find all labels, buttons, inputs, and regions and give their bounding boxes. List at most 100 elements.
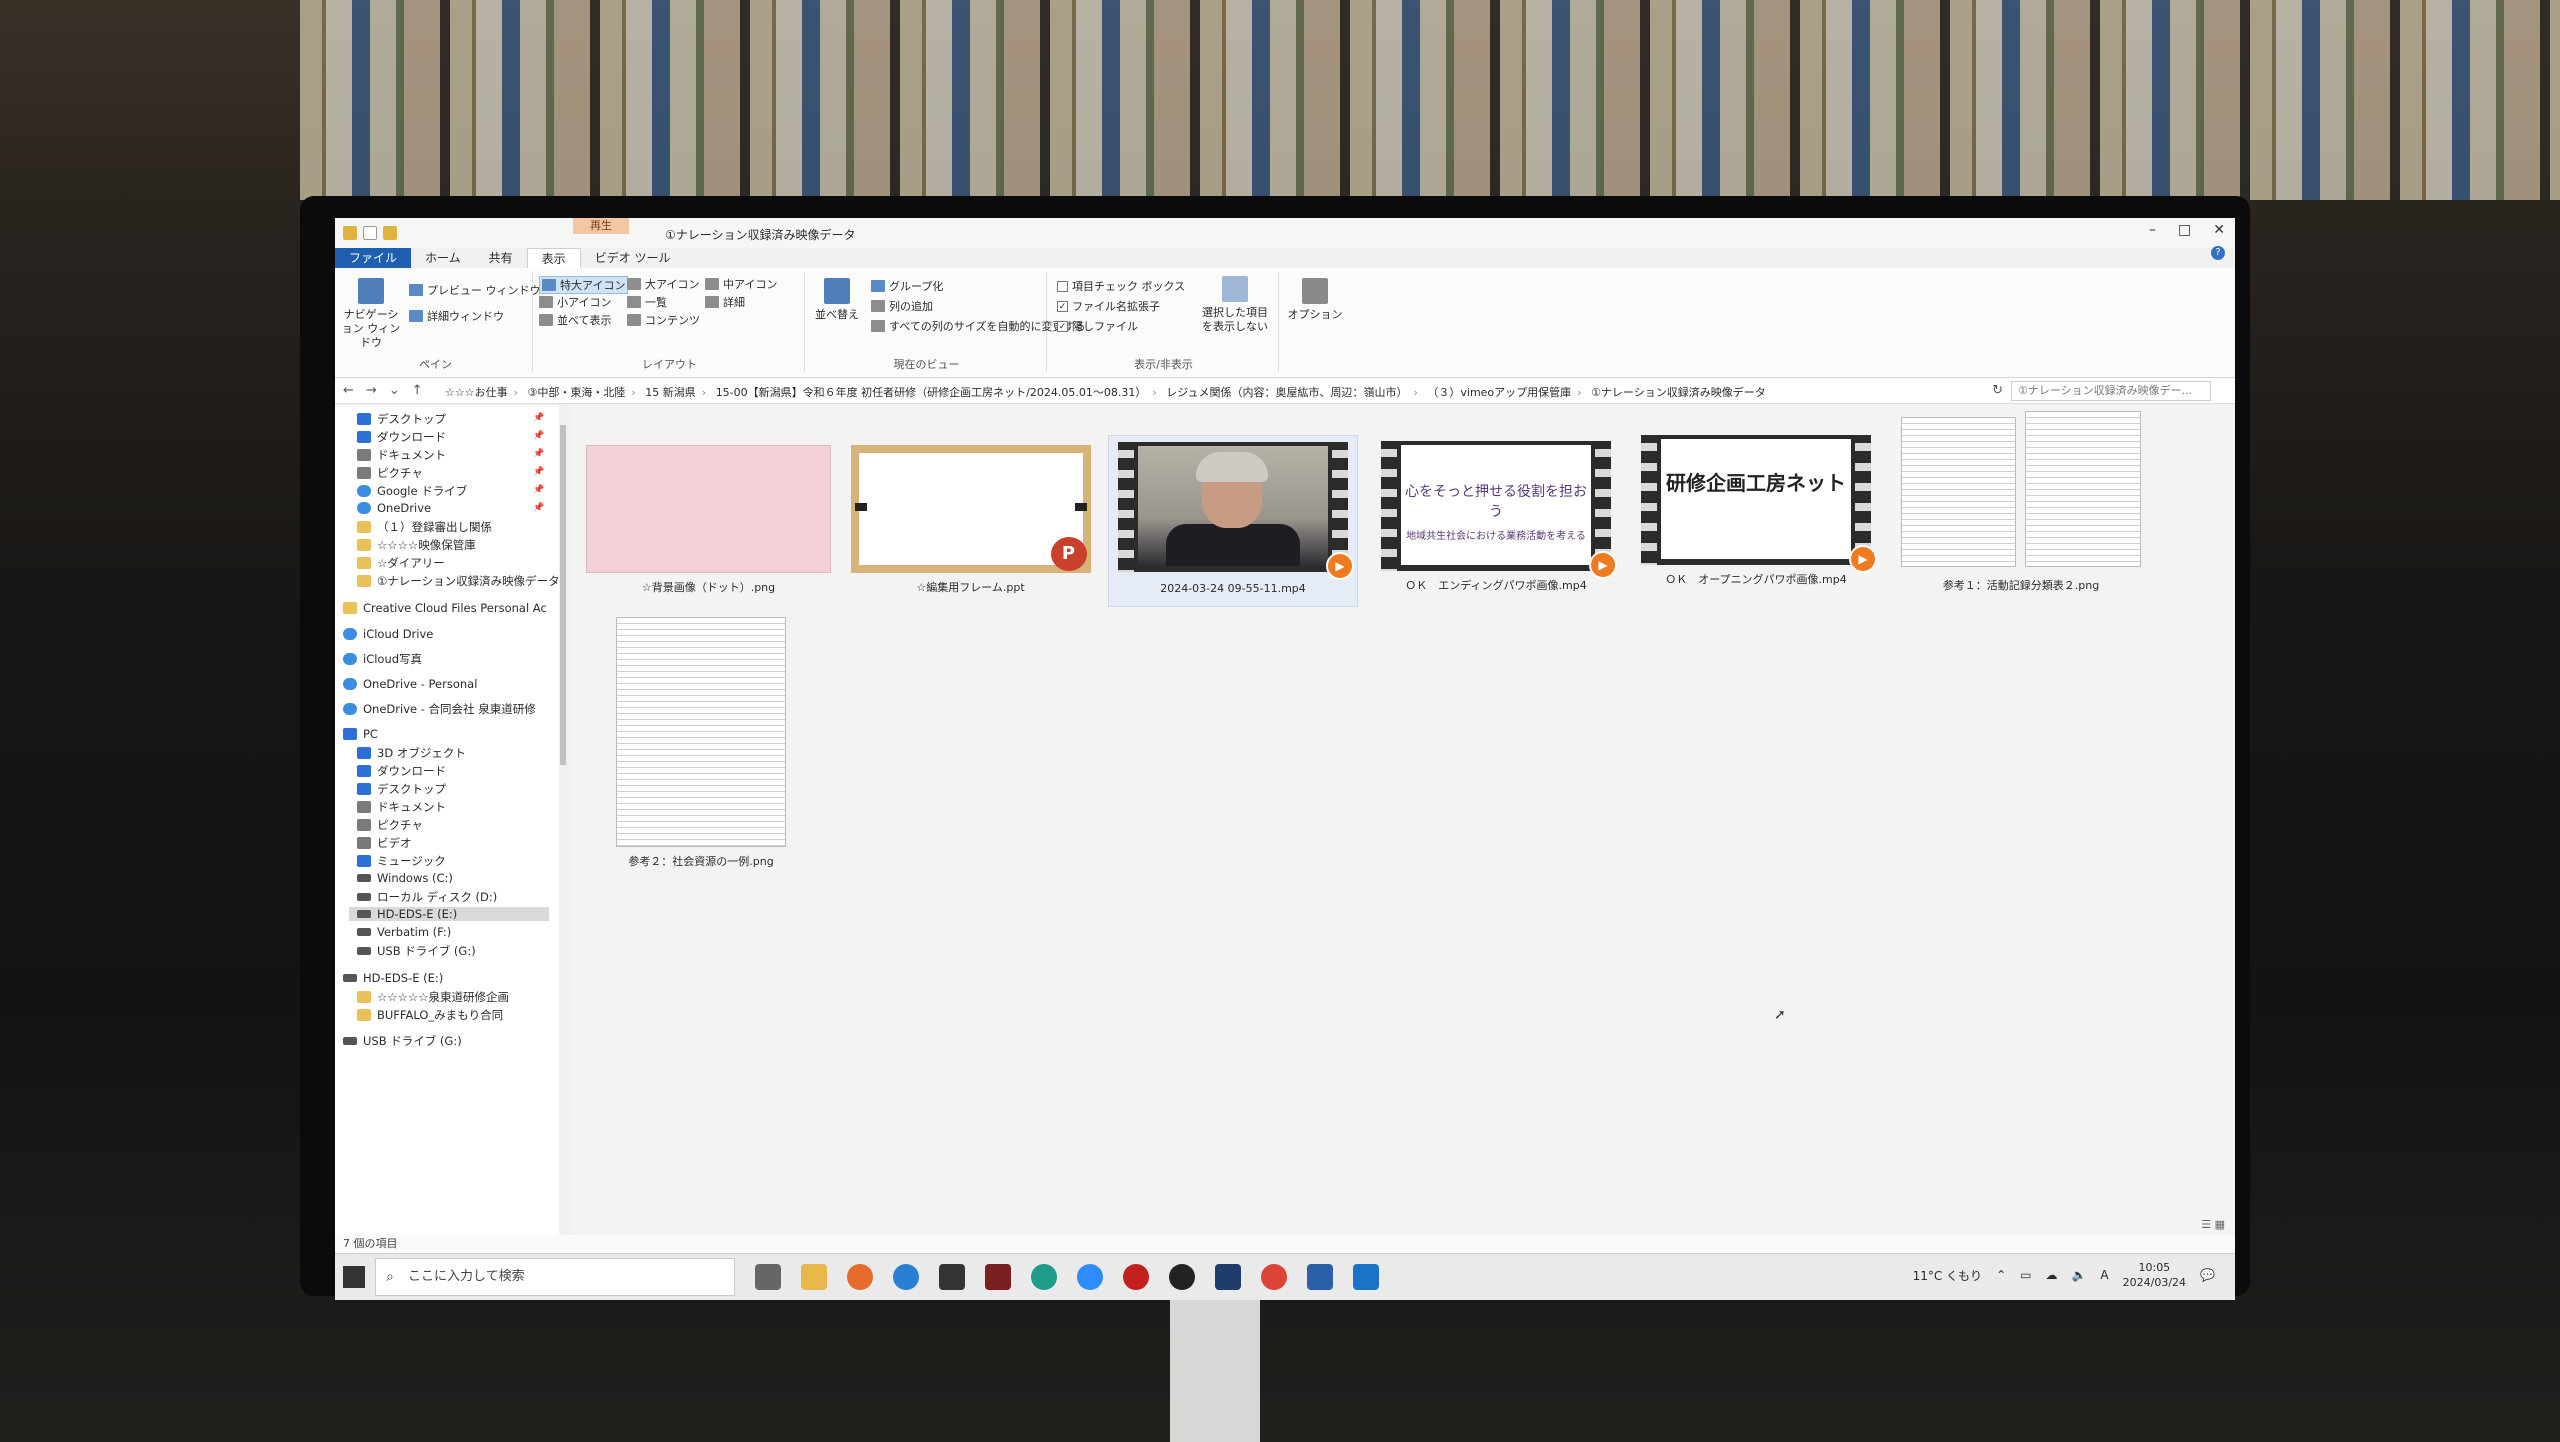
nav-item-downloads[interactable]: ダウンロード [357, 429, 446, 445]
medium-icons-option[interactable]: 中アイコン [705, 276, 777, 292]
tab-video-tools[interactable]: ビデオ ツール [581, 248, 685, 268]
notification-icon[interactable]: 💬 [2200, 1268, 2215, 1282]
back-arrow-icon[interactable]: ← [343, 383, 354, 398]
skype-icon[interactable] [893, 1264, 919, 1290]
sort-by-button[interactable]: 並べ替え [807, 278, 867, 322]
checkbox-checked[interactable]: ✓ [1057, 300, 1068, 312]
nav-item-downloads[interactable]: ダウンロード [357, 763, 446, 779]
file-explorer-icon[interactable] [801, 1264, 827, 1290]
nav-item-videos[interactable]: ビデオ [357, 835, 412, 851]
view-toggle[interactable]: ☰ ▦ [2201, 1218, 2225, 1231]
nav-item-icloud-drive[interactable]: iCloud Drive [343, 627, 433, 641]
breadcrumb-item[interactable]: ☆☆☆お仕事 [445, 386, 508, 399]
nav-item-folder[interactable]: （１）登録審出し関係 [357, 519, 492, 535]
app-icon[interactable] [939, 1264, 965, 1290]
chrome-icon[interactable] [1261, 1264, 1287, 1290]
nav-item-folder[interactable]: ①ナレーション収録済み映像データ [357, 573, 560, 589]
nav-item-documents[interactable]: ドキュメント [357, 799, 446, 815]
nav-item-pc[interactable]: PC [343, 727, 378, 741]
nav-item-folder[interactable]: ☆☆☆☆☆泉東道研修企画 [357, 989, 509, 1005]
nav-item-onedrive-business[interactable]: OneDrive - 合同会社 泉東道研修 [343, 701, 536, 717]
onedrive-tray-icon[interactable]: ☁ [2045, 1268, 2057, 1282]
file-item[interactable]: 研修企画工房ネット ▶ ＯＫ オープニングパワポ画像.mp4 [1631, 435, 1881, 587]
nav-item-drive-f[interactable]: Verbatim (F:) [357, 925, 451, 939]
up-arrow-icon[interactable]: ↑ [412, 383, 423, 398]
app-icon[interactable] [1215, 1264, 1241, 1290]
large-icons-option[interactable]: 大アイコン [627, 276, 699, 292]
file-item[interactable]: P ☆編集用フレーム.ppt [843, 445, 1098, 595]
nav-item-pictures[interactable]: ピクチャ [357, 817, 423, 833]
windows-start-icon[interactable] [343, 1266, 365, 1288]
preview-pane-button[interactable]: プレビュー ウィンドウ [409, 282, 541, 298]
tab-home[interactable]: ホーム [411, 248, 475, 268]
volume-icon[interactable]: 🔈 [2071, 1268, 2086, 1282]
scrollbar-thumb[interactable] [560, 425, 566, 765]
minimize-button[interactable]: – [2149, 222, 2156, 238]
nav-item-drive-e-root[interactable]: HD-EDS-E (E:) [343, 971, 443, 985]
nav-item-drive-e[interactable]: HD-EDS-E (E:) [349, 907, 549, 921]
taskbar-search-input[interactable]: ⌕ ここに入力して検索 [375, 1258, 735, 1296]
list-option[interactable]: 一覧 [627, 294, 667, 310]
hide-selected-button[interactable]: 選択した項目を表示しない [1199, 276, 1271, 334]
outlook-icon[interactable] [1353, 1264, 1379, 1290]
file-item[interactable]: ▶ 2024-03-24 09-55-11.mp4 [1108, 435, 1358, 607]
nav-item-folder[interactable]: ☆ダイアリー [357, 555, 445, 571]
nav-item-google-drive[interactable]: Google ドライブ [357, 483, 467, 499]
nav-item-onedrive[interactable]: OneDrive [357, 501, 431, 515]
tab-file[interactable]: ファイル [335, 248, 412, 268]
large-icons-view-icon[interactable]: ▦ [2215, 1218, 2225, 1231]
nav-item-folder[interactable]: ☆☆☆☆映像保管庫 [357, 537, 476, 553]
nav-scrollbar[interactable] [559, 405, 567, 1235]
file-item[interactable]: 参考１：活動記録分類表２.png [1891, 411, 2151, 601]
zoom-icon[interactable] [1077, 1264, 1103, 1290]
details-option[interactable]: 詳細 [705, 294, 745, 310]
task-view-icon[interactable] [755, 1264, 781, 1290]
properties-icon[interactable] [363, 226, 377, 240]
nav-item-drive-g[interactable]: USB ドライブ (G:) [357, 943, 476, 959]
nav-item-documents[interactable]: ドキュメント [357, 447, 446, 463]
close-button[interactable]: ✕ [2213, 222, 2225, 238]
tab-view[interactable]: 表示 [526, 248, 581, 268]
obs-icon[interactable] [1169, 1264, 1195, 1290]
chevron-up-icon[interactable]: ⌃ [1996, 1268, 2006, 1282]
nav-item-creative-cloud[interactable]: Creative Cloud Files Personal Ac [343, 601, 547, 615]
details-pane-button[interactable]: 詳細ウィンドウ [409, 308, 504, 324]
nav-item-pictures[interactable]: ピクチャ [357, 465, 423, 481]
file-item[interactable]: 心をそっと押せる役割を担おう 地域共生社会における業務活動を考える ▶ ＯＫ エ… [1371, 441, 1621, 593]
nav-item-folder[interactable]: BUFFALO_みまもり合同 [357, 1007, 503, 1023]
forward-arrow-icon[interactable]: → [366, 383, 377, 398]
hidden-items-toggle[interactable]: ✓ 隠しファイル [1057, 318, 1138, 334]
options-button[interactable]: オプション [1285, 278, 1345, 322]
breadcrumb-item[interactable]: （３）vimeoアップ用保管庫 [1427, 386, 1571, 399]
nav-item-desktop[interactable]: デスクトップ [357, 781, 446, 797]
details-view-icon[interactable]: ☰ [2201, 1218, 2211, 1231]
nav-item-icloud-photos[interactable]: iCloud写真 [343, 651, 422, 667]
checkbox-unchecked[interactable] [1057, 280, 1068, 292]
xl-icons-option[interactable]: 特大アイコン [539, 276, 629, 294]
maximize-button[interactable]: □ [2178, 222, 2191, 238]
add-columns-button[interactable]: 列の追加 [871, 298, 933, 314]
nav-item-drive-c[interactable]: Windows (C:) [357, 871, 453, 885]
checkbox-checked[interactable]: ✓ [1057, 320, 1068, 332]
tab-share[interactable]: 共有 [475, 248, 527, 268]
item-checkboxes-toggle[interactable]: 項目チェック ボックス [1057, 278, 1185, 294]
navigation-pane-button[interactable]: ナビゲーション ウィンドウ [341, 278, 401, 350]
recent-dropdown-icon[interactable]: ⌄ [389, 383, 400, 398]
refresh-icon[interactable]: ↻ [1992, 383, 2003, 398]
edge-icon[interactable] [1031, 1264, 1057, 1290]
network-icon[interactable]: ▭ [2020, 1268, 2031, 1282]
nav-item-drive-d[interactable]: ローカル ディスク (D:) [357, 889, 497, 905]
search-input[interactable]: ①ナレーション収録済み映像デー... [2011, 381, 2211, 401]
file-item[interactable]: ☆背景画像（ドット）.png [581, 445, 836, 595]
file-extensions-toggle[interactable]: ✓ ファイル名拡張子 [1057, 298, 1160, 314]
ime-indicator[interactable]: A [2100, 1268, 2108, 1282]
firefox-icon[interactable] [847, 1264, 873, 1290]
breadcrumb-item[interactable]: レジュメ関係（内容：奥屋紘市、周辺：嶺山市） [1166, 386, 1407, 399]
nav-item-desktop[interactable]: デスクトップ [357, 411, 446, 427]
nav-item-onedrive-personal[interactable]: OneDrive - Personal [343, 677, 477, 691]
group-by-button[interactable]: グループ化 [871, 278, 943, 294]
file-item[interactable]: 参考２：社会資源の一例.png [601, 617, 801, 869]
content-option[interactable]: コンテンツ [627, 312, 700, 328]
nav-item-usb-g[interactable]: USB ドライブ (G:) [343, 1033, 462, 1049]
breadcrumb[interactable]: ☆☆☆お仕事 › ③中部・東海・北陸 › 15 新潟県 › 15-00【新潟県】令和６… [445, 384, 1945, 400]
